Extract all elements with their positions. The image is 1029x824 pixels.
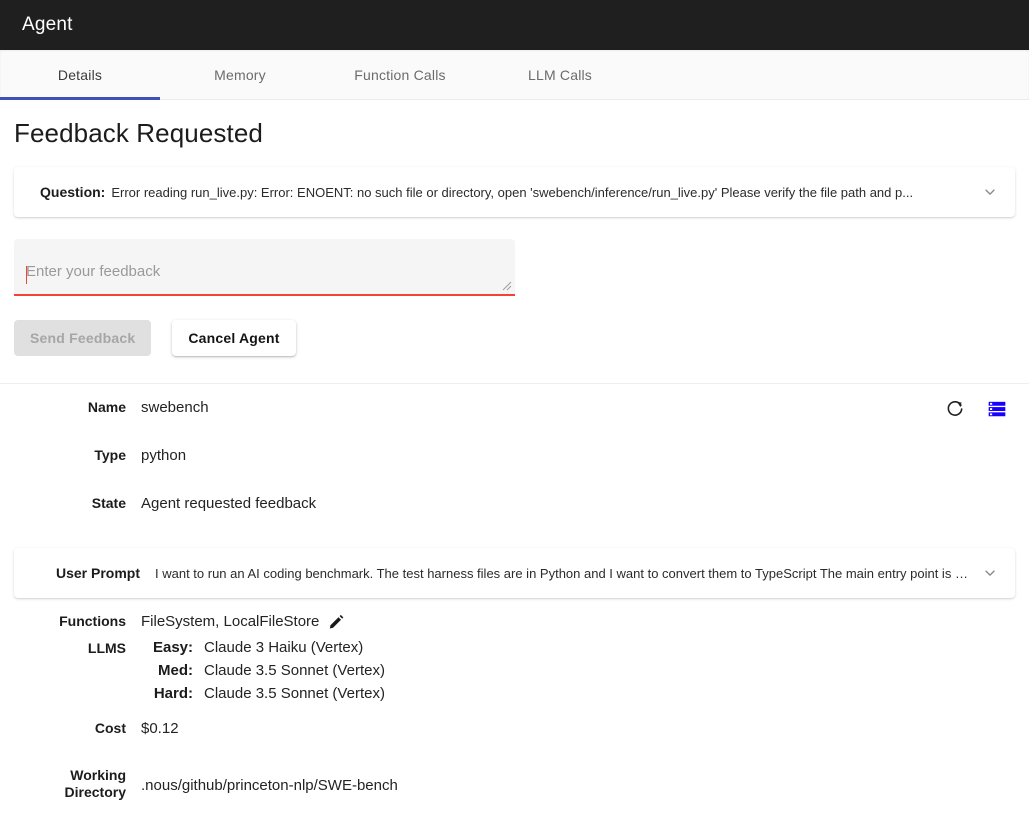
detail-row-cost: Cost $0.12 [0,719,1029,767]
text-caret [26,266,27,284]
llms-item-value: Claude 3.5 Sonnet (Vertex) [204,684,385,703]
llms-item-value: Claude 3 Haiku (Vertex) [204,638,363,657]
cost-label: Cost [0,719,126,738]
tab-function-calls-label: Function Calls [354,67,446,83]
llms-item: Med: Claude 3.5 Sonnet (Vertex) [141,661,385,680]
tab-details[interactable]: Details [0,50,160,99]
cost-value: $0.12 [141,719,179,738]
chevron-down-icon[interactable] [979,181,1001,203]
question-panel[interactable]: Question: Error reading run_live.py: Err… [14,167,1015,217]
question-text: Error reading run_live.py: Error: ENOENT… [111,185,969,200]
page-content: Feedback Requested Question: Error readi… [0,118,1029,815]
feedback-input[interactable] [14,239,515,296]
app-bar: Agent [0,0,1029,50]
app-title: Agent [22,14,73,36]
tab-memory[interactable]: Memory [160,50,320,99]
name-label: Name [0,398,126,417]
llms-item: Hard: Claude 3.5 Sonnet (Vertex) [141,684,385,703]
llms-value: Easy: Claude 3 Haiku (Vertex) Med: Claud… [141,638,385,703]
functions-value: FileSystem, LocalFileStore [141,612,319,631]
chevron-down-icon[interactable] [979,562,1001,584]
llms-item-key: Hard: [141,684,193,703]
user-prompt-panel[interactable]: User Prompt I want to run an AI coding b… [14,548,1015,598]
user-prompt-text: I want to run an AI coding benchmark. Th… [155,566,969,581]
user-prompt-label: User Prompt [44,565,140,581]
feedback-actions: Send Feedback Cancel Agent [14,320,1029,356]
cancel-agent-button[interactable]: Cancel Agent [172,320,295,356]
working-directory-label-line1: Working [0,767,126,784]
type-label: Type [0,446,126,465]
detail-row-name: Name swebench [0,398,1029,446]
detail-row-functions: Functions FileSystem, LocalFileStore [0,612,1029,636]
llms-item-value: Claude 3.5 Sonnet (Vertex) [204,661,385,680]
llms-item-key: Med: [141,661,193,680]
functions-value-wrap: FileSystem, LocalFileStore [141,612,345,631]
database-icon[interactable] [985,397,1009,421]
llms-label: LLMS [0,638,126,658]
tab-llm-calls-label: LLM Calls [528,67,592,83]
tab-details-label: Details [58,67,102,83]
working-directory-label: Working Directory [0,767,126,801]
name-value: swebench [141,398,209,417]
detail-actions [943,397,1009,421]
detail-row-type: Type python [0,446,1029,494]
llms-item: Easy: Claude 3 Haiku (Vertex) [141,638,385,657]
state-label: State [0,494,126,513]
tab-llm-calls[interactable]: LLM Calls [480,50,640,99]
question-label: Question: [40,184,105,200]
feedback-input-wrapper [14,239,515,296]
working-directory-value: .nous/github/princeton-nlp/SWE-bench [141,767,398,795]
type-value: python [141,446,186,465]
send-feedback-button[interactable]: Send Feedback [14,320,151,356]
tab-function-calls[interactable]: Function Calls [320,50,480,99]
state-value: Agent requested feedback [141,494,316,513]
working-directory-label-line2: Directory [0,784,126,801]
llms-list: Easy: Claude 3 Haiku (Vertex) Med: Claud… [141,638,385,703]
detail-row-state: State Agent requested feedback [0,494,1029,542]
tab-bar: Details Memory Function Calls LLM Calls [0,50,1029,100]
detail-row-llms: LLMS Easy: Claude 3 Haiku (Vertex) Med: … [0,638,1029,703]
edit-pencil-icon[interactable] [328,613,345,630]
tab-memory-label: Memory [214,67,266,83]
llms-item-key: Easy: [141,638,193,657]
functions-label: Functions [0,612,126,631]
detail-row-working-directory: Working Directory .nous/github/princeton… [0,767,1029,815]
feedback-heading: Feedback Requested [14,118,1029,149]
agent-details: Name swebench Type python State Agent re… [0,384,1029,815]
refresh-icon[interactable] [943,397,967,421]
